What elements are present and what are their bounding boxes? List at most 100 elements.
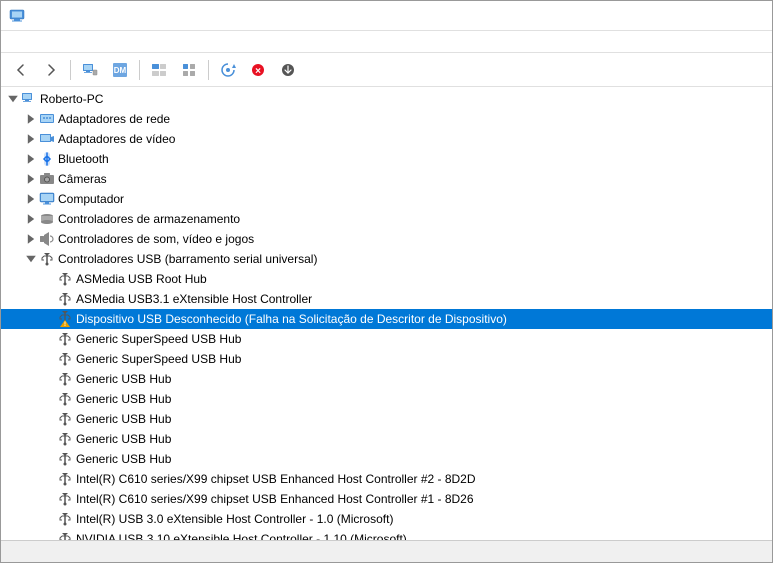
item-label-network: Adaptadores de rede	[58, 112, 170, 126]
item-label-usb1: ASMedia USB Root Hub	[76, 272, 207, 286]
tree-item-usb9[interactable]: Generic USB Hub	[1, 449, 772, 469]
close-button[interactable]	[718, 6, 764, 26]
expand-btn-usb-root[interactable]	[23, 251, 39, 267]
window-controls	[622, 6, 764, 26]
icon-usb	[57, 271, 73, 287]
item-label-usb5: Generic USB Hub	[76, 372, 171, 386]
expand-btn-bluetooth[interactable]	[23, 151, 39, 167]
tree-item-usb6[interactable]: Generic USB Hub	[1, 389, 772, 409]
expand-btn-usb4	[41, 351, 57, 367]
device-tree[interactable]: Roberto-PC Adaptadores de rede Adaptadores…	[1, 87, 772, 540]
svg-text:×: ×	[255, 66, 261, 77]
icon-usb	[39, 251, 55, 267]
tree-item-usb8[interactable]: Generic USB Hub	[1, 429, 772, 449]
tree-item-usb5[interactable]: Generic USB Hub	[1, 369, 772, 389]
icon-sound	[39, 231, 55, 247]
tree-item-usb-unknown[interactable]: ! Dispositivo USB Desconhecido (Falha na …	[1, 309, 772, 329]
icon-usb	[57, 491, 73, 507]
tree-item-cameras[interactable]: Câmeras	[1, 169, 772, 189]
minimize-button[interactable]	[622, 6, 668, 26]
icon-usb	[57, 391, 73, 407]
item-label-usb7: Generic USB Hub	[76, 412, 171, 426]
expand-btn-usb12	[41, 511, 57, 527]
item-label-usb10: Intel(R) C610 series/X99 chipset USB Enh…	[76, 472, 476, 486]
window-icon	[9, 8, 25, 24]
icon-usb-warn: !	[57, 311, 73, 327]
item-label-cameras: Câmeras	[58, 172, 107, 186]
item-label-usb8: Generic USB Hub	[76, 432, 171, 446]
menu-acao[interactable]	[21, 40, 37, 44]
maximize-button[interactable]	[670, 6, 716, 26]
status-bar	[1, 540, 772, 562]
expand-btn-network[interactable]	[23, 111, 39, 127]
content-area: Roberto-PC Adaptadores de rede Adaptadores…	[1, 87, 772, 540]
tree-item-video[interactable]: Adaptadores de vídeo	[1, 129, 772, 149]
icon-usb	[57, 531, 73, 540]
icon-usb	[57, 291, 73, 307]
tree-item-usb10[interactable]: Intel(R) C610 series/X99 chipset USB Enh…	[1, 469, 772, 489]
item-label-sound: Controladores de som, vídeo e jogos	[58, 232, 254, 246]
download-button[interactable]	[274, 57, 302, 83]
icon-bluetooth	[39, 151, 55, 167]
forward-button[interactable]	[37, 57, 65, 83]
expand-btn-usb8	[41, 431, 57, 447]
device-manager-button[interactable]: DM	[106, 57, 134, 83]
tree-item-usb11[interactable]: Intel(R) C610 series/X99 chipset USB Enh…	[1, 489, 772, 509]
tree-item-usb13[interactable]: NVIDIA USB 3.10 eXtensible Host Controll…	[1, 529, 772, 540]
item-label-bluetooth: Bluetooth	[58, 152, 109, 166]
expand-btn-sound[interactable]	[23, 231, 39, 247]
tree-item-sound[interactable]: Controladores de som, vídeo e jogos	[1, 229, 772, 249]
menu-ajuda[interactable]	[53, 40, 69, 44]
expand-btn-cameras[interactable]	[23, 171, 39, 187]
resources-button[interactable]	[175, 57, 203, 83]
expand-btn-video[interactable]	[23, 131, 39, 147]
tree-item-usb7[interactable]: Generic USB Hub	[1, 409, 772, 429]
item-label-computer: Computador	[58, 192, 124, 206]
back-button[interactable]	[7, 57, 35, 83]
icon-usb	[57, 471, 73, 487]
item-label-usb-root: Controladores USB (barramento serial uni…	[58, 252, 317, 266]
expand-btn-usb9	[41, 451, 57, 467]
icon-usb	[57, 371, 73, 387]
tree-item-root[interactable]: Roberto-PC	[1, 89, 772, 109]
tree-item-usb2[interactable]: ASMedia USB3.1 eXtensible Host Controlle…	[1, 289, 772, 309]
icon-usb	[57, 411, 73, 427]
menu-arquivo[interactable]	[5, 40, 21, 44]
item-label-usb-unknown: Dispositivo USB Desconhecido (Falha na S…	[76, 312, 507, 326]
tree-item-bluetooth[interactable]: Bluetooth	[1, 149, 772, 169]
svg-text:!: !	[64, 322, 66, 327]
tree-item-usb4[interactable]: Generic SuperSpeed USB Hub	[1, 349, 772, 369]
tree-item-storage[interactable]: Controladores de armazenamento	[1, 209, 772, 229]
icon-storage	[39, 211, 55, 227]
icon-usb	[57, 431, 73, 447]
tree-item-usb1[interactable]: ASMedia USB Root Hub	[1, 269, 772, 289]
item-label-usb13: NVIDIA USB 3.10 eXtensible Host Controll…	[76, 532, 407, 540]
tree-item-usb12[interactable]: Intel(R) USB 3.0 eXtensible Host Control…	[1, 509, 772, 529]
scan-hardware-button[interactable]	[214, 57, 242, 83]
item-label-root: Roberto-PC	[40, 92, 103, 106]
icon-network	[39, 111, 55, 127]
icon-usb	[57, 511, 73, 527]
expand-btn-root[interactable]	[5, 91, 21, 107]
expand-btn-usb7	[41, 411, 57, 427]
expand-btn-usb5	[41, 371, 57, 387]
expand-btn-usb6	[41, 391, 57, 407]
item-label-storage: Controladores de armazenamento	[58, 212, 240, 226]
show-hidden-button[interactable]	[145, 57, 173, 83]
update-driver-button[interactable]: ×	[244, 57, 272, 83]
item-label-usb11: Intel(R) C610 series/X99 chipset USB Enh…	[76, 492, 474, 506]
tree-item-computer[interactable]: Computador	[1, 189, 772, 209]
icon-usb	[57, 331, 73, 347]
tree-item-usb-root[interactable]: Controladores USB (barramento serial uni…	[1, 249, 772, 269]
expand-btn-computer[interactable]	[23, 191, 39, 207]
expand-btn-usb-unknown	[41, 311, 57, 327]
expand-btn-storage[interactable]	[23, 211, 39, 227]
icon-monitor	[39, 191, 55, 207]
computer-properties-button[interactable]	[76, 57, 104, 83]
menu-exibir[interactable]	[37, 40, 53, 44]
menu-bar	[1, 31, 772, 53]
expand-btn-usb11	[41, 491, 57, 507]
tree-item-usb3[interactable]: Generic SuperSpeed USB Hub	[1, 329, 772, 349]
icon-computer	[21, 91, 37, 107]
tree-item-network[interactable]: Adaptadores de rede	[1, 109, 772, 129]
